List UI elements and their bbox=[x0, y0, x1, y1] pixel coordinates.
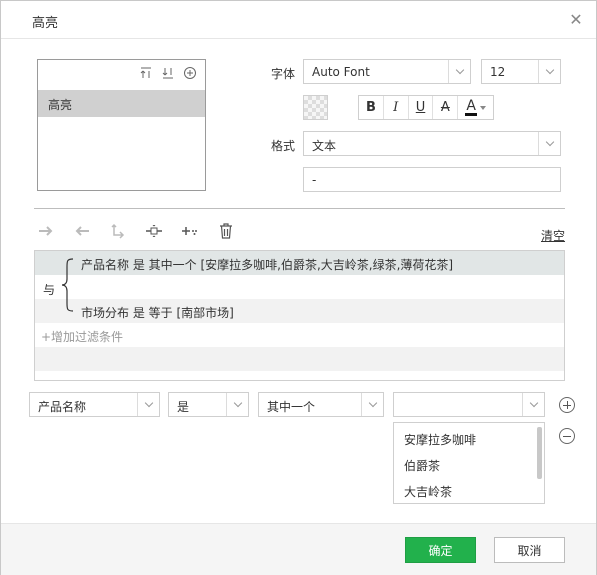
mode-select-value: 其中一个 bbox=[267, 400, 316, 414]
filter-empty-row bbox=[35, 347, 564, 371]
section-divider bbox=[34, 208, 565, 209]
underline-button[interactable]: U bbox=[409, 96, 434, 119]
format-type-select[interactable]: 文本 bbox=[303, 131, 561, 156]
filter-condition-row[interactable]: 市场分布 是 等于 [南部市场] bbox=[35, 299, 564, 323]
chevron-down-icon bbox=[137, 393, 159, 416]
font-family-select[interactable]: Auto Font bbox=[303, 59, 471, 84]
bold-button[interactable]: B bbox=[359, 96, 384, 119]
clear-link[interactable]: 清空 bbox=[541, 227, 565, 244]
value-select[interactable] bbox=[393, 392, 545, 417]
move-down-icon[interactable] bbox=[161, 66, 175, 80]
font-family-value: Auto Font bbox=[312, 65, 370, 79]
rules-list-toolbar bbox=[139, 66, 197, 80]
title-bar: 高亮 ✕ bbox=[1, 1, 596, 39]
cancel-button[interactable]: 取消 bbox=[494, 537, 565, 563]
mode-select[interactable]: 其中一个 bbox=[258, 392, 384, 417]
strikethrough-button[interactable]: A bbox=[433, 96, 459, 119]
filter-toolbar bbox=[37, 222, 235, 240]
font-color-icon: A bbox=[465, 98, 477, 116]
font-color-button[interactable]: A bbox=[458, 96, 493, 119]
format-value-text: - bbox=[312, 173, 317, 187]
format-value-input[interactable]: - bbox=[303, 167, 561, 192]
field-select-value: 产品名称 bbox=[38, 400, 87, 414]
filter-add-row: +增加过滤条件 bbox=[35, 323, 564, 347]
dialog-title: 高亮 bbox=[32, 16, 59, 31]
close-icon[interactable]: ✕ bbox=[568, 12, 584, 28]
rules-list-item-label: 高亮 bbox=[48, 98, 73, 112]
filter-condition-text: 产品名称 是 其中一个 [安摩拉多咖啡,伯爵茶,大吉岭茶,绿茶,薄荷花茶] bbox=[81, 258, 454, 272]
filter-condition-text: 市场分布 是 等于 [南部市场] bbox=[81, 306, 234, 320]
rules-list: 高亮 bbox=[37, 59, 206, 191]
chevron-down-icon bbox=[361, 393, 383, 416]
arrow-left-icon[interactable] bbox=[73, 222, 91, 240]
chevron-down-icon bbox=[538, 60, 560, 83]
ok-button[interactable]: 确定 bbox=[405, 537, 476, 563]
add-condition-icon[interactable] bbox=[181, 222, 199, 240]
add-filter-link[interactable]: +增加过滤条件 bbox=[41, 328, 123, 345]
highlight-dialog: 高亮 ✕ 高亮 字体 Auto Font 12 B I U A A 格式 文本 … bbox=[0, 0, 597, 575]
filter-spacer-row bbox=[35, 275, 564, 299]
remove-row-icon[interactable] bbox=[559, 428, 575, 444]
chevron-down-icon bbox=[226, 393, 248, 416]
rules-list-item[interactable]: 高亮 bbox=[38, 90, 205, 117]
value-option[interactable]: 大吉岭茶 bbox=[404, 483, 452, 500]
value-option[interactable]: 伯爵茶 bbox=[404, 457, 440, 474]
brace-icon bbox=[61, 258, 74, 312]
format-label: 格式 bbox=[271, 139, 296, 153]
value-options-list: 安摩拉多咖啡 伯爵茶 大吉岭茶 bbox=[393, 422, 545, 504]
font-size-select[interactable]: 12 bbox=[481, 59, 561, 84]
filter-condition-row[interactable]: 产品名称 是 其中一个 [安摩拉多咖啡,伯爵茶,大吉岭茶,绿茶,薄荷花茶] bbox=[35, 251, 564, 275]
insert-condition-icon[interactable] bbox=[145, 222, 163, 240]
field-select[interactable]: 产品名称 bbox=[29, 392, 160, 417]
operator-select-value: 是 bbox=[177, 400, 190, 414]
dropdown-scrollbar[interactable] bbox=[537, 427, 542, 479]
operator-select[interactable]: 是 bbox=[168, 392, 249, 417]
and-operator-label: 与 bbox=[43, 283, 56, 297]
add-row-icon[interactable] bbox=[559, 397, 575, 413]
add-circle-icon[interactable] bbox=[183, 66, 197, 80]
background-color-picker[interactable] bbox=[303, 95, 328, 120]
filter-conditions-panel: 产品名称 是 其中一个 [安摩拉多咖啡,伯爵茶,大吉岭茶,绿茶,薄荷花茶] 市场… bbox=[34, 250, 565, 381]
value-option[interactable]: 安摩拉多咖啡 bbox=[404, 431, 476, 448]
trash-icon[interactable] bbox=[217, 222, 235, 240]
font-label: 字体 bbox=[271, 67, 296, 81]
undo-return-icon[interactable] bbox=[109, 222, 127, 240]
caret-down-icon bbox=[479, 105, 486, 110]
italic-button[interactable]: I bbox=[384, 96, 409, 119]
chevron-down-icon bbox=[538, 132, 560, 155]
font-size-value: 12 bbox=[490, 65, 506, 79]
chevron-down-icon bbox=[522, 393, 544, 416]
arrow-right-icon[interactable] bbox=[37, 222, 55, 240]
text-style-group: B I U A A bbox=[358, 95, 494, 120]
chevron-down-icon bbox=[448, 60, 470, 83]
move-up-icon[interactable] bbox=[139, 66, 153, 80]
format-type-value: 文本 bbox=[312, 139, 337, 153]
